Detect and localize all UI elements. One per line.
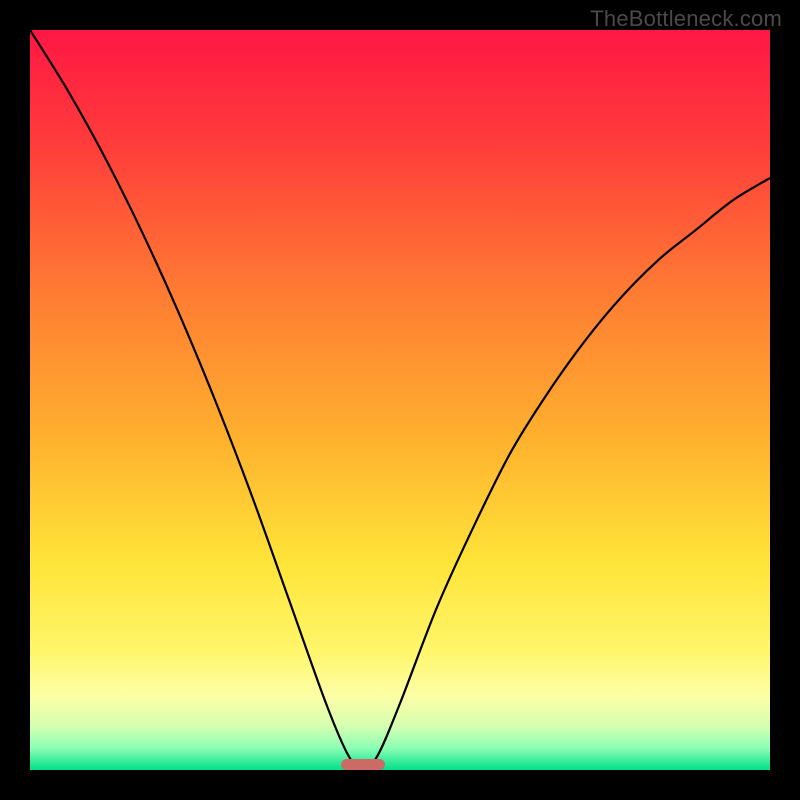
watermark-text: TheBottleneck.com xyxy=(590,6,782,32)
plot-area xyxy=(30,30,770,770)
bottleneck-curve xyxy=(30,30,770,770)
chart-frame: TheBottleneck.com xyxy=(0,0,800,800)
optimal-marker xyxy=(341,759,385,770)
